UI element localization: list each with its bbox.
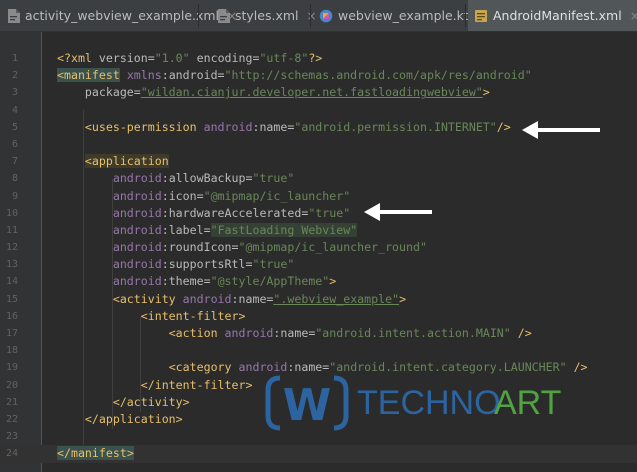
code-text: </application> bbox=[84, 411, 183, 426]
brand-left-text: TECHNO bbox=[357, 384, 501, 422]
tab-label: styles.xml bbox=[235, 8, 299, 23]
line-number: 22 bbox=[5, 413, 18, 425]
code-line[interactable]: 7 <application bbox=[0, 153, 637, 170]
code-text: android:theme="@style/AppTheme"> bbox=[112, 274, 337, 289]
kotlin-file-icon bbox=[319, 9, 333, 23]
tab-label: activity_webview_example.xml bbox=[25, 8, 220, 23]
code-line[interactable]: 2 <manifest xmlns:android="http://schemas… bbox=[0, 67, 637, 84]
tab-android-manifest[interactable]: AndroidManifest.xml × bbox=[468, 0, 637, 31]
code-text: <activity android:name=".webview_example… bbox=[112, 291, 407, 306]
code-line[interactable]: 13 android:supportsRtl="true" bbox=[0, 256, 637, 273]
tab-label: webview_example.kt bbox=[338, 8, 469, 23]
line-number: 24 bbox=[5, 448, 18, 460]
code-line[interactable]: 9 android:icon="@mipmap/ic_launcher" bbox=[0, 188, 637, 205]
line-number: 15 bbox=[5, 293, 18, 305]
line-number: 23 bbox=[5, 431, 18, 443]
brand-right-text: ART bbox=[494, 384, 561, 422]
code-line[interactable]: 24 </manifest> bbox=[0, 445, 637, 463]
svg-text:W: W bbox=[283, 380, 332, 431]
code-line[interactable]: 4 bbox=[0, 102, 637, 119]
line-number: 19 bbox=[5, 362, 18, 374]
code-line[interactable]: 10 android:hardwareAccelerated="true" bbox=[0, 205, 637, 222]
code-line[interactable]: 3 package="wildan.cianjur.developer.net.… bbox=[0, 84, 637, 101]
code-text: <intent-filter> bbox=[140, 308, 246, 323]
code-line[interactable]: 17 <action android:name="android.intent.… bbox=[0, 325, 637, 342]
code-line[interactable]: 12 android:roundIcon="@mipmap/ic_launche… bbox=[0, 239, 637, 256]
code-text: package="wildan.cianjur.developer.net.fa… bbox=[84, 85, 490, 100]
line-number: 3 bbox=[11, 87, 18, 99]
code-line[interactable]: 8 android:allowBackup="true" bbox=[0, 170, 637, 187]
tab-label: AndroidManifest.xml bbox=[493, 8, 622, 23]
arrow-annotation-icon bbox=[364, 203, 432, 221]
tab-separator bbox=[465, 4, 466, 27]
code-line[interactable]: 18 bbox=[0, 342, 637, 359]
line-number: 20 bbox=[5, 379, 18, 391]
code-text: </manifest> bbox=[57, 446, 134, 461]
code-line[interactable]: 14 android:theme="@style/AppTheme"> bbox=[0, 273, 637, 290]
code-text: android:label="FastLoading Webview" bbox=[112, 222, 358, 237]
manifest-file-icon bbox=[474, 9, 488, 23]
editor-tab-bar: activity_webview_example.xml × styles.xm… bbox=[0, 0, 637, 32]
line-number: 8 bbox=[11, 173, 18, 185]
code-text: android:supportsRtl="true" bbox=[112, 257, 295, 272]
line-number: 6 bbox=[11, 138, 18, 150]
techno-art-logo-icon: W bbox=[265, 375, 349, 431]
tab-webview-example-kt[interactable]: webview_example.kt × bbox=[313, 0, 487, 31]
code-text: </intent-filter> bbox=[140, 377, 253, 392]
code-text: </activity> bbox=[112, 394, 190, 409]
code-text: android:icon="@mipmap/ic_launcher" bbox=[112, 188, 351, 203]
line-number: 5 bbox=[11, 121, 18, 133]
line-number: 9 bbox=[11, 190, 18, 202]
tab-activity-webview-example[interactable]: activity_webview_example.xml × bbox=[0, 0, 237, 31]
line-number: 16 bbox=[5, 310, 18, 322]
line-number: 4 bbox=[11, 104, 18, 116]
code-text: android:roundIcon="@mipmap/ic_launcher_r… bbox=[112, 240, 427, 255]
code-text: <uses-permission android:name="android.p… bbox=[84, 119, 511, 134]
code-text: <action android:name="android.intent.act… bbox=[168, 326, 532, 340]
tab-separator bbox=[198, 4, 199, 27]
code-line[interactable]: 16 <intent-filter> bbox=[0, 308, 637, 325]
line-number: 11 bbox=[5, 224, 18, 236]
close-icon[interactable]: × bbox=[630, 9, 637, 23]
line-number: 13 bbox=[5, 259, 18, 271]
code-text: <application bbox=[84, 154, 169, 169]
line-number: 2 bbox=[11, 70, 18, 82]
line-number: 14 bbox=[5, 276, 18, 288]
arrow-annotation-icon bbox=[522, 121, 600, 139]
code-line[interactable]: 15 <activity android:name=".webview_exam… bbox=[0, 291, 637, 308]
xml-file-icon bbox=[6, 8, 20, 23]
line-number: 7 bbox=[11, 156, 18, 168]
line-number: 12 bbox=[5, 242, 18, 254]
tab-styles[interactable]: styles.xml × bbox=[210, 0, 317, 31]
line-number: 17 bbox=[5, 328, 18, 339]
code-text: <manifest xmlns:android="http://schemas.… bbox=[57, 68, 532, 83]
line-number: 1 bbox=[11, 53, 18, 64]
line-number: 10 bbox=[5, 207, 18, 219]
techno-art-watermark: W TECHNO ART bbox=[265, 375, 561, 431]
line-number: 21 bbox=[5, 396, 18, 408]
code-line[interactable]: 1 <?xml version="1.0" encoding="utf-8"?> bbox=[0, 50, 637, 67]
code-line[interactable]: 11 android:label="FastLoading Webview" bbox=[0, 222, 637, 239]
code-text: <?xml version="1.0" encoding="utf-8"?> bbox=[57, 51, 323, 65]
xml-file-icon bbox=[216, 8, 230, 23]
line-number: 18 bbox=[5, 345, 18, 357]
code-text: android:allowBackup="true" bbox=[112, 171, 295, 186]
code-text: android:hardwareAccelerated="true" bbox=[112, 205, 351, 220]
tab-separator bbox=[310, 4, 311, 27]
